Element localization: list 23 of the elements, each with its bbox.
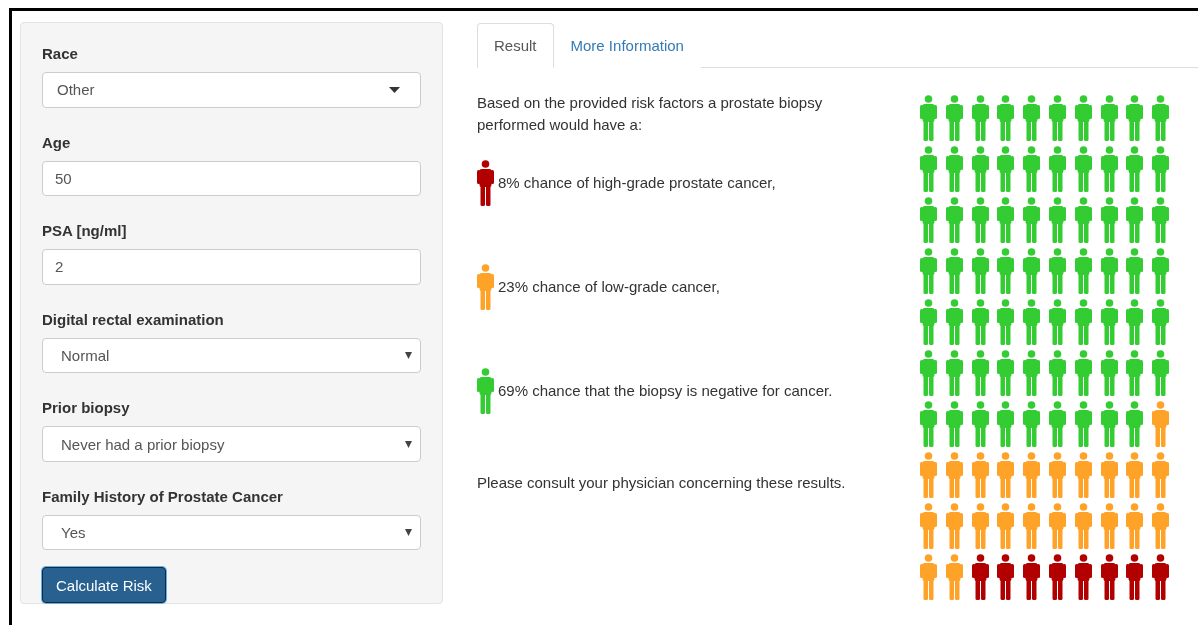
outcome-text: 23% chance of low-grade cancer,	[498, 277, 720, 297]
select-field[interactable]: Yes	[42, 514, 421, 551]
field-label: Age	[42, 132, 71, 153]
tab[interactable]: Result	[477, 23, 554, 68]
field-label: Prior biopsy	[42, 398, 130, 419]
select-field[interactable]: Normal	[42, 337, 421, 374]
caret-icon	[405, 352, 412, 359]
select-field[interactable]: Other	[42, 72, 421, 108]
note-text: Please consult your physician concerning these results.	[477, 473, 847, 493]
field-label: Family History of Prostate Cancer	[42, 486, 283, 507]
select-field[interactable]: Never had a prior biopsy	[42, 426, 421, 462]
input-field[interactable]: 2	[42, 249, 421, 285]
field-label: PSA [ng/ml]	[42, 221, 127, 242]
intro-text: Based on the provided risk factors a prostate biopsy performed would have a:	[477, 93, 824, 135]
caret-icon	[405, 440, 412, 448]
calculate-risk-button[interactable]: Calculate Risk	[42, 567, 166, 604]
outcome-text: 8% chance of high-grade prostate cancer,	[498, 173, 776, 193]
caret-icon	[389, 86, 400, 93]
input-field[interactable]: 50	[42, 160, 421, 197]
outcome-text: 69% chance that the biopsy is negative for cancer.	[498, 381, 833, 401]
field-label: Race	[42, 44, 78, 64]
field-label: Digital rectal examination	[42, 309, 224, 330]
caret-icon	[405, 529, 412, 537]
